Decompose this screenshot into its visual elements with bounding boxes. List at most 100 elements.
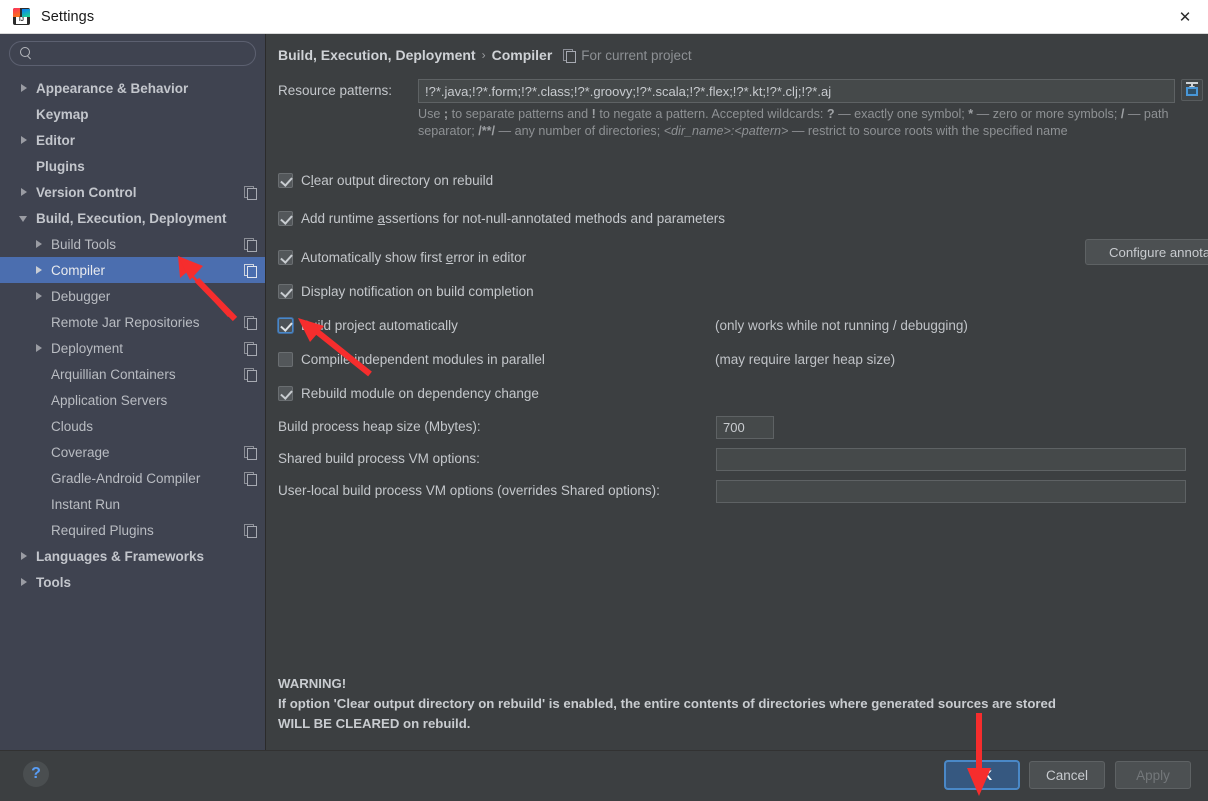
sidebar-item-label: Appearance & Behavior [36, 80, 189, 96]
checkbox-row-compile-independent-modules-in-parallel[interactable]: Compile independent modules in parallel [278, 349, 545, 369]
sidebar-item-languages-frameworks[interactable]: Languages & Frameworks [0, 543, 265, 569]
checkbox-label: Display notification on build completion [301, 284, 534, 299]
hint-p8: — restrict to source roots with the spec… [788, 124, 1068, 138]
checkbox-label: Build project automatically [301, 318, 458, 333]
chevron-right-icon[interactable] [19, 83, 30, 94]
sidebar-item-label: Keymap [36, 106, 89, 122]
field-input-2[interactable] [716, 480, 1186, 503]
project-scope-icon [244, 263, 257, 278]
checkbox-display-notification-on-build-completion[interactable] [278, 283, 293, 299]
sidebar-item-label: Debugger [51, 288, 111, 304]
checkbox-compile-independent-modules-in-parallel[interactable] [278, 351, 293, 367]
project-scope-icon [244, 445, 257, 460]
sidebar-item-editor[interactable]: Editor [0, 127, 265, 153]
checkbox-row-rebuild-module-on-dependency-change[interactable]: Rebuild module on dependency change [278, 383, 539, 403]
help-icon[interactable]: ? [23, 761, 49, 787]
project-scope-icon [244, 315, 257, 330]
hint-p5: — zero or more symbols; [973, 107, 1121, 121]
label-part: C [301, 172, 311, 188]
sidebar-item-compiler[interactable]: Compiler [0, 257, 265, 283]
label-part: ssertions for not-null-annotated methods… [385, 210, 726, 226]
label-part: Display notification on build completion [301, 283, 534, 299]
checkbox-note: (may require larger heap size) [715, 352, 896, 367]
hint-b6: /**/ [478, 124, 496, 138]
checkbox-add-runtime-assertions-for-not-null-annotated-[interactable] [278, 210, 293, 226]
resource-patterns-input[interactable] [418, 79, 1175, 103]
sidebar-item-build-execution-deployment[interactable]: Build, Execution, Deployment [0, 205, 265, 231]
ok-button[interactable]: OK [945, 761, 1019, 789]
sidebar-item-label: Build, Execution, Deployment [36, 210, 227, 226]
checkbox-label: Automatically show first error in editor [301, 250, 526, 265]
project-scope-icon [244, 471, 257, 486]
checkbox-row-build-project-automatically[interactable]: Build project automatically [278, 315, 458, 335]
search-input[interactable] [33, 46, 255, 61]
sidebar-item-label: Deployment [51, 340, 124, 356]
checkbox-row-automatically-show-first-error-in-editor[interactable]: Automatically show first error in editor [278, 247, 526, 267]
checkbox-label: Clear output directory on rebuild [301, 173, 493, 188]
checkbox-automatically-show-first-error-in-editor[interactable] [278, 249, 293, 265]
checkbox-rebuild-module-on-dependency-change[interactable] [278, 385, 293, 401]
sidebar-item-arquillian-containers[interactable]: Arquillian Containers [0, 361, 265, 387]
sidebar-search-wrapper [0, 34, 265, 66]
chevron-right-icon[interactable] [19, 135, 30, 146]
sidebar-item-appearance-behavior[interactable]: Appearance & Behavior [0, 75, 265, 101]
chevron-right-icon[interactable] [19, 551, 30, 562]
field-label-0: Build process heap size (Mbytes): [278, 419, 481, 434]
sidebar-item-coverage[interactable]: Coverage [0, 439, 265, 465]
hint-b3: ? [826, 107, 835, 121]
sidebar-item-label: Build Tools [51, 236, 117, 252]
sidebar-item-instant-run[interactable]: Instant Run [0, 491, 265, 517]
checkbox-row-add-runtime-assertions-for-not-null-annotated-[interactable]: Add runtime assertions for not-null-anno… [278, 208, 725, 228]
settings-dialog: Appearance & Behavior Keymap Editor Plugins… [0, 34, 1208, 801]
checkbox-label: Compile independent modules in parallel [301, 352, 545, 367]
window-title-bar: IJ Settings ✕ [0, 0, 1208, 34]
apply-button[interactable]: Apply [1115, 761, 1191, 789]
sidebar-item-gradle-android-compiler[interactable]: Gradle-Android Compiler [0, 465, 265, 491]
label-part: rror in editor [453, 249, 527, 265]
sidebar-item-remote-jar-repositories[interactable]: Remote Jar Repositories [0, 309, 265, 335]
checkbox-row-clear-output-directory-on-rebuild[interactable]: Clear output directory on rebuild [278, 170, 493, 190]
resource-patterns-hint: Use ; to separate patterns and ! to nega… [418, 106, 1196, 140]
resource-patterns-row: Resource patterns: [278, 79, 1203, 103]
chevron-right-icon[interactable] [19, 577, 30, 588]
search-box[interactable] [9, 41, 256, 66]
breadcrumb-path[interactable]: Build, Execution, Deployment [278, 47, 476, 63]
chevron-right-icon[interactable] [34, 239, 45, 250]
sidebar-item-label: Remote Jar Repositories [51, 314, 200, 330]
checkbox-build-project-automatically[interactable] [278, 317, 293, 333]
sidebar-item-plugins[interactable]: Plugins [0, 153, 265, 179]
sidebar-item-clouds[interactable]: Clouds [0, 413, 265, 439]
chevron-down-icon[interactable] [19, 213, 30, 224]
expand-editor-icon[interactable] [1181, 79, 1203, 101]
configure-annotations-button[interactable]: Configure annotations... [1085, 239, 1208, 265]
sidebar-item-required-plugins[interactable]: Required Plugins [0, 517, 265, 543]
label-mnemonic: a [377, 210, 386, 226]
sidebar-item-version-control[interactable]: Version Control [0, 179, 265, 205]
sidebar-item-application-servers[interactable]: Application Servers [0, 387, 265, 413]
chevron-right-icon[interactable] [19, 187, 30, 198]
chevron-right-icon[interactable] [34, 343, 45, 354]
warning-line-3: WILL BE CLEARED on rebuild. [278, 716, 471, 731]
label-part: Build project automatically [301, 317, 458, 333]
settings-content-panel: Build, Execution, Deployment › Compiler … [267, 34, 1208, 750]
chevron-right-icon[interactable] [34, 291, 45, 302]
cancel-button[interactable]: Cancel [1029, 761, 1105, 789]
sidebar-item-keymap[interactable]: Keymap [0, 101, 265, 127]
sidebar-item-deployment[interactable]: Deployment [0, 335, 265, 361]
sidebar-item-build-tools[interactable]: Build Tools [0, 231, 265, 257]
chevron-right-icon[interactable] [34, 265, 45, 276]
close-icon[interactable]: ✕ [1162, 0, 1208, 33]
sidebar-item-tools[interactable]: Tools [0, 569, 265, 595]
breadcrumb-scope-note: For current project [581, 47, 692, 63]
project-scope-icon [244, 341, 257, 356]
checkbox-clear-output-directory-on-rebuild[interactable] [278, 172, 293, 188]
sidebar-item-label: Compiler [51, 262, 106, 278]
field-input-0[interactable] [716, 416, 774, 439]
search-icon [20, 47, 33, 60]
sidebar-item-debugger[interactable]: Debugger [0, 283, 265, 309]
project-scope-icon [563, 48, 577, 63]
sidebar-item-label: Required Plugins [51, 522, 154, 538]
checkbox-row-display-notification-on-build-completion[interactable]: Display notification on build completion [278, 281, 534, 301]
breadcrumb-page: Compiler [491, 47, 553, 63]
field-input-1[interactable] [716, 448, 1186, 471]
